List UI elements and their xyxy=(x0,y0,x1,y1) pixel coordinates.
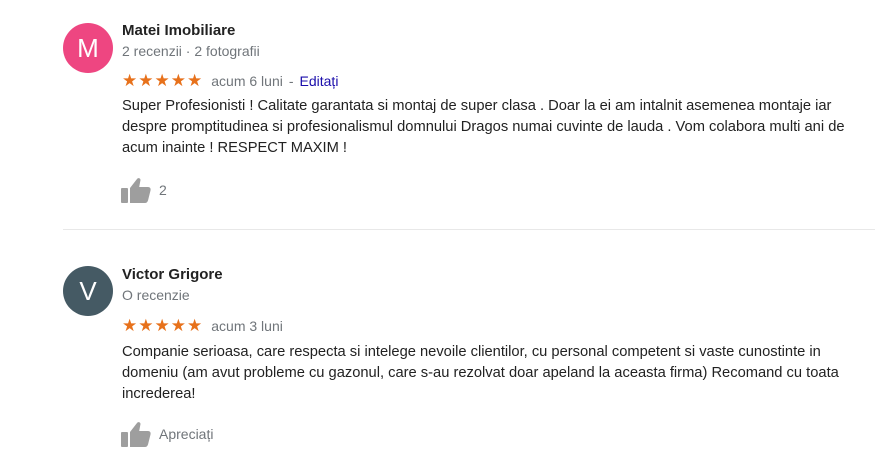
author-name[interactable]: Victor Grigore xyxy=(122,266,223,283)
avatar[interactable]: V xyxy=(63,266,113,316)
avatar[interactable]: M xyxy=(63,23,113,73)
star-icon: ★ xyxy=(170,71,186,91)
like-label: Apreciați xyxy=(159,426,214,442)
thumbs-up-icon xyxy=(121,422,151,447)
star-icon: ★ xyxy=(170,316,186,336)
author-meta: O recenzie xyxy=(122,287,190,303)
rating-row: ★ ★ ★ ★ ★ acum 6 luni - Editați xyxy=(122,72,338,90)
star-icon: ★ xyxy=(138,316,154,336)
star-icon: ★ xyxy=(122,71,138,91)
review-text: Super Profesionisti ! Calitate garantata… xyxy=(122,98,845,156)
star-icon: ★ xyxy=(187,316,203,336)
like-count: 2 xyxy=(159,182,167,198)
review-text: Companie serioasa, care respecta si inte… xyxy=(122,344,839,402)
review-date: acum 6 luni xyxy=(211,73,283,89)
star-icon: ★ xyxy=(187,71,203,91)
like-button[interactable]: Apreciați xyxy=(121,420,213,448)
thumbs-up-icon xyxy=(121,178,151,203)
star-rating: ★ ★ ★ ★ ★ xyxy=(122,72,202,90)
star-icon: ★ xyxy=(122,316,138,336)
author-meta: 2 recenzii · 2 fotografii xyxy=(122,43,260,59)
rating-row: ★ ★ ★ ★ ★ acum 3 luni xyxy=(122,317,283,335)
author-name[interactable]: Matei Imobiliare xyxy=(122,22,235,39)
star-icon: ★ xyxy=(138,71,154,91)
star-icon: ★ xyxy=(154,316,170,336)
separator: - xyxy=(288,73,294,89)
edited-link[interactable]: Editați xyxy=(300,73,339,89)
star-icon: ★ xyxy=(154,71,170,91)
like-button[interactable]: 2 xyxy=(121,176,167,204)
divider xyxy=(63,229,875,230)
star-rating: ★ ★ ★ ★ ★ xyxy=(122,317,202,335)
review-date: acum 3 luni xyxy=(211,318,283,334)
